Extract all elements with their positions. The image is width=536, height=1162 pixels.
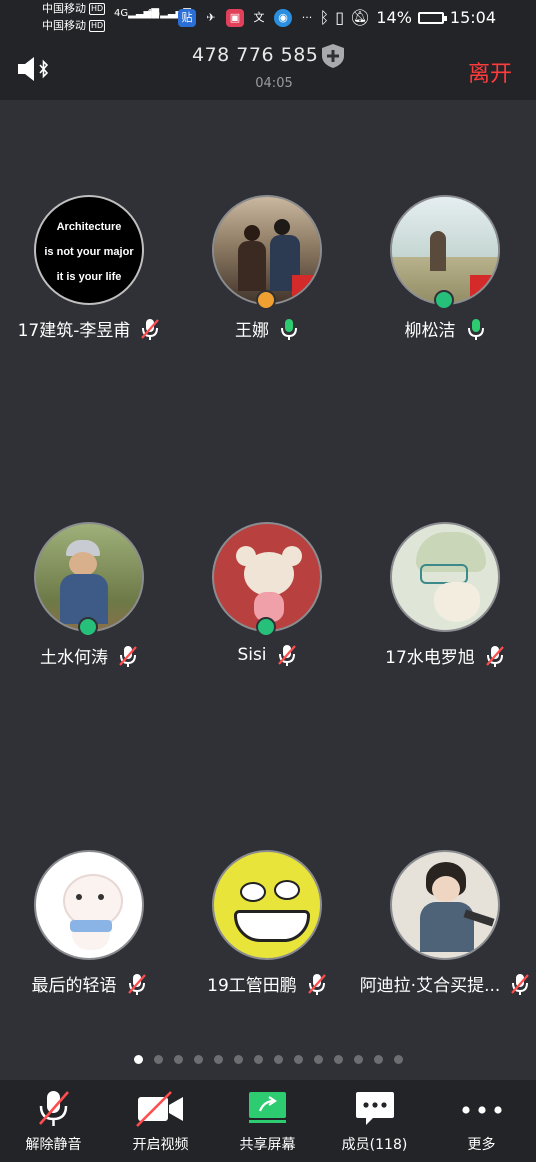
members-label: 成员(118)	[341, 1137, 408, 1153]
app-notification-icon: ✈	[206, 11, 216, 24]
page-dot[interactable]	[173, 1055, 183, 1064]
cohost-badge-icon	[78, 617, 98, 637]
meeting-id[interactable]: 478 776 585	[192, 44, 318, 66]
mic-muted-icon	[127, 973, 146, 995]
page-dot[interactable]	[313, 1055, 323, 1064]
participant-name: Sisi	[237, 645, 267, 665]
participant-name: 土水何涛	[40, 648, 108, 668]
page-dot[interactable]	[373, 1055, 383, 1064]
host-badge-icon	[256, 290, 276, 310]
video-off-icon	[136, 1091, 183, 1127]
mic-muted-icon	[277, 645, 296, 666]
start-video-label: 开启视频	[132, 1137, 189, 1153]
avatar	[34, 522, 144, 632]
page-dot[interactable]	[153, 1055, 163, 1064]
more-button[interactable]: 更多	[428, 1080, 535, 1162]
more-notifications-icon: ···	[301, 11, 313, 24]
notification-icons: 贴 ✈ ▣ 文 ◉ ···	[178, 8, 316, 28]
battery-icon	[417, 11, 447, 24]
carrier-2: 中国移动 HD	[42, 19, 106, 32]
unmute-label: 解除静音	[25, 1137, 82, 1153]
more-label: 更多	[467, 1137, 496, 1153]
share-screen-button[interactable]: 共享屏幕	[214, 1080, 321, 1162]
carrier-1: 中国移动 HD	[42, 2, 106, 15]
mic-active-icon	[281, 318, 297, 340]
page-dot[interactable]	[213, 1055, 223, 1064]
share-screen-label: 共享屏幕	[239, 1137, 296, 1153]
more-dots-icon	[462, 1106, 502, 1114]
security-shield-icon[interactable]	[320, 43, 346, 69]
avatar	[212, 850, 322, 960]
participant-tile[interactable]: 王娜	[178, 195, 356, 355]
avatar	[390, 522, 500, 632]
members-button[interactable]: 成员(118)	[321, 1080, 428, 1162]
meeting-header: 478 776 585 04:05 离开	[0, 36, 536, 100]
participant-tile[interactable]: 最后的轻语	[0, 850, 178, 1010]
meeting-timer: 04:05	[255, 76, 293, 91]
participant-tile[interactable]: 阿迪拉·艾合买提...	[356, 850, 534, 1010]
participant-name: 王娜	[235, 321, 269, 341]
bottom-toolbar: 解除静音 开启视频 共享屏幕 成员(118) 更多	[0, 1080, 536, 1162]
avatar	[390, 195, 500, 305]
avatar	[34, 850, 144, 960]
participant-tile[interactable]: 柳松洁	[356, 195, 534, 355]
bluetooth-icon: ᛒ	[319, 8, 330, 27]
page-dot[interactable]	[253, 1055, 263, 1064]
page-indicator[interactable]	[0, 1055, 536, 1069]
participant-tile[interactable]: 土水何涛	[0, 522, 178, 682]
page-dot[interactable]	[333, 1055, 343, 1064]
avatar-text: Architecture is not your major it is your …	[44, 221, 134, 283]
page-dot[interactable]	[293, 1055, 303, 1064]
participant-name: 19工管田鹏	[207, 976, 297, 996]
mic-muted-icon	[511, 973, 530, 995]
avatar	[390, 850, 500, 960]
cohost-badge-icon	[434, 290, 454, 310]
share-screen-icon	[249, 1092, 286, 1123]
participant-name: 柳松洁	[404, 321, 456, 341]
page-dot[interactable]	[193, 1055, 203, 1064]
vibrate-icon: ▯	[335, 8, 345, 27]
app-notification-icon: 文	[253, 11, 265, 24]
mic-muted-icon	[141, 318, 160, 340]
app-notification-icon: ▣	[226, 9, 244, 27]
mute-bell-icon: 🔕︎	[350, 8, 371, 27]
participant-name: 阿迪拉·艾合买提...	[359, 976, 501, 996]
status-bar: 中国移动 HD 中国移动 HD 4G▂▃▅▇ 4G▂▃▅▇ 贴 ✈ ▣ 文 ◉ ··…	[0, 0, 536, 36]
start-video-button[interactable]: 开启视频	[107, 1080, 214, 1162]
mic-muted-icon	[485, 645, 504, 667]
avatar: Architecture is not your major it is your …	[34, 195, 144, 305]
avatar	[212, 522, 322, 632]
cohost-badge-icon	[256, 617, 276, 637]
app-notification-icon: 贴	[178, 9, 196, 27]
battery-percent: 14%	[376, 8, 412, 27]
leave-button[interactable]: 离开	[468, 56, 512, 88]
participant-tile[interactable]: Architecture is not your major it is your …	[0, 195, 178, 355]
app-notification-icon: ◉	[274, 9, 292, 27]
status-right: ᛒ ▯ 🔕︎ 14% 15:04	[320, 8, 496, 27]
chat-bubble-icon	[356, 1092, 394, 1125]
page-dot[interactable]	[393, 1055, 403, 1064]
participant-name: 最后的轻语	[31, 976, 117, 996]
participant-tile[interactable]: 17水电罗旭	[356, 522, 534, 682]
mic-active-icon	[467, 318, 484, 340]
avatar	[212, 195, 322, 305]
clock: 15:04	[449, 8, 496, 27]
page-dot[interactable]	[273, 1055, 283, 1064]
participant-name: 17水电罗旭	[385, 648, 475, 668]
participant-name: 17建筑-李昱甫	[17, 321, 131, 341]
mic-muted-icon	[119, 645, 137, 667]
mic-muted-icon	[307, 973, 326, 995]
participant-tile[interactable]: Sisi	[178, 522, 356, 682]
unmute-button[interactable]: 解除静音	[0, 1080, 107, 1162]
page-dot[interactable]	[353, 1055, 363, 1064]
page-dot[interactable]	[133, 1055, 143, 1064]
mic-muted-icon	[39, 1091, 69, 1126]
participant-tile[interactable]: 19工管田鹏	[178, 850, 356, 1010]
page-dot[interactable]	[233, 1055, 243, 1064]
